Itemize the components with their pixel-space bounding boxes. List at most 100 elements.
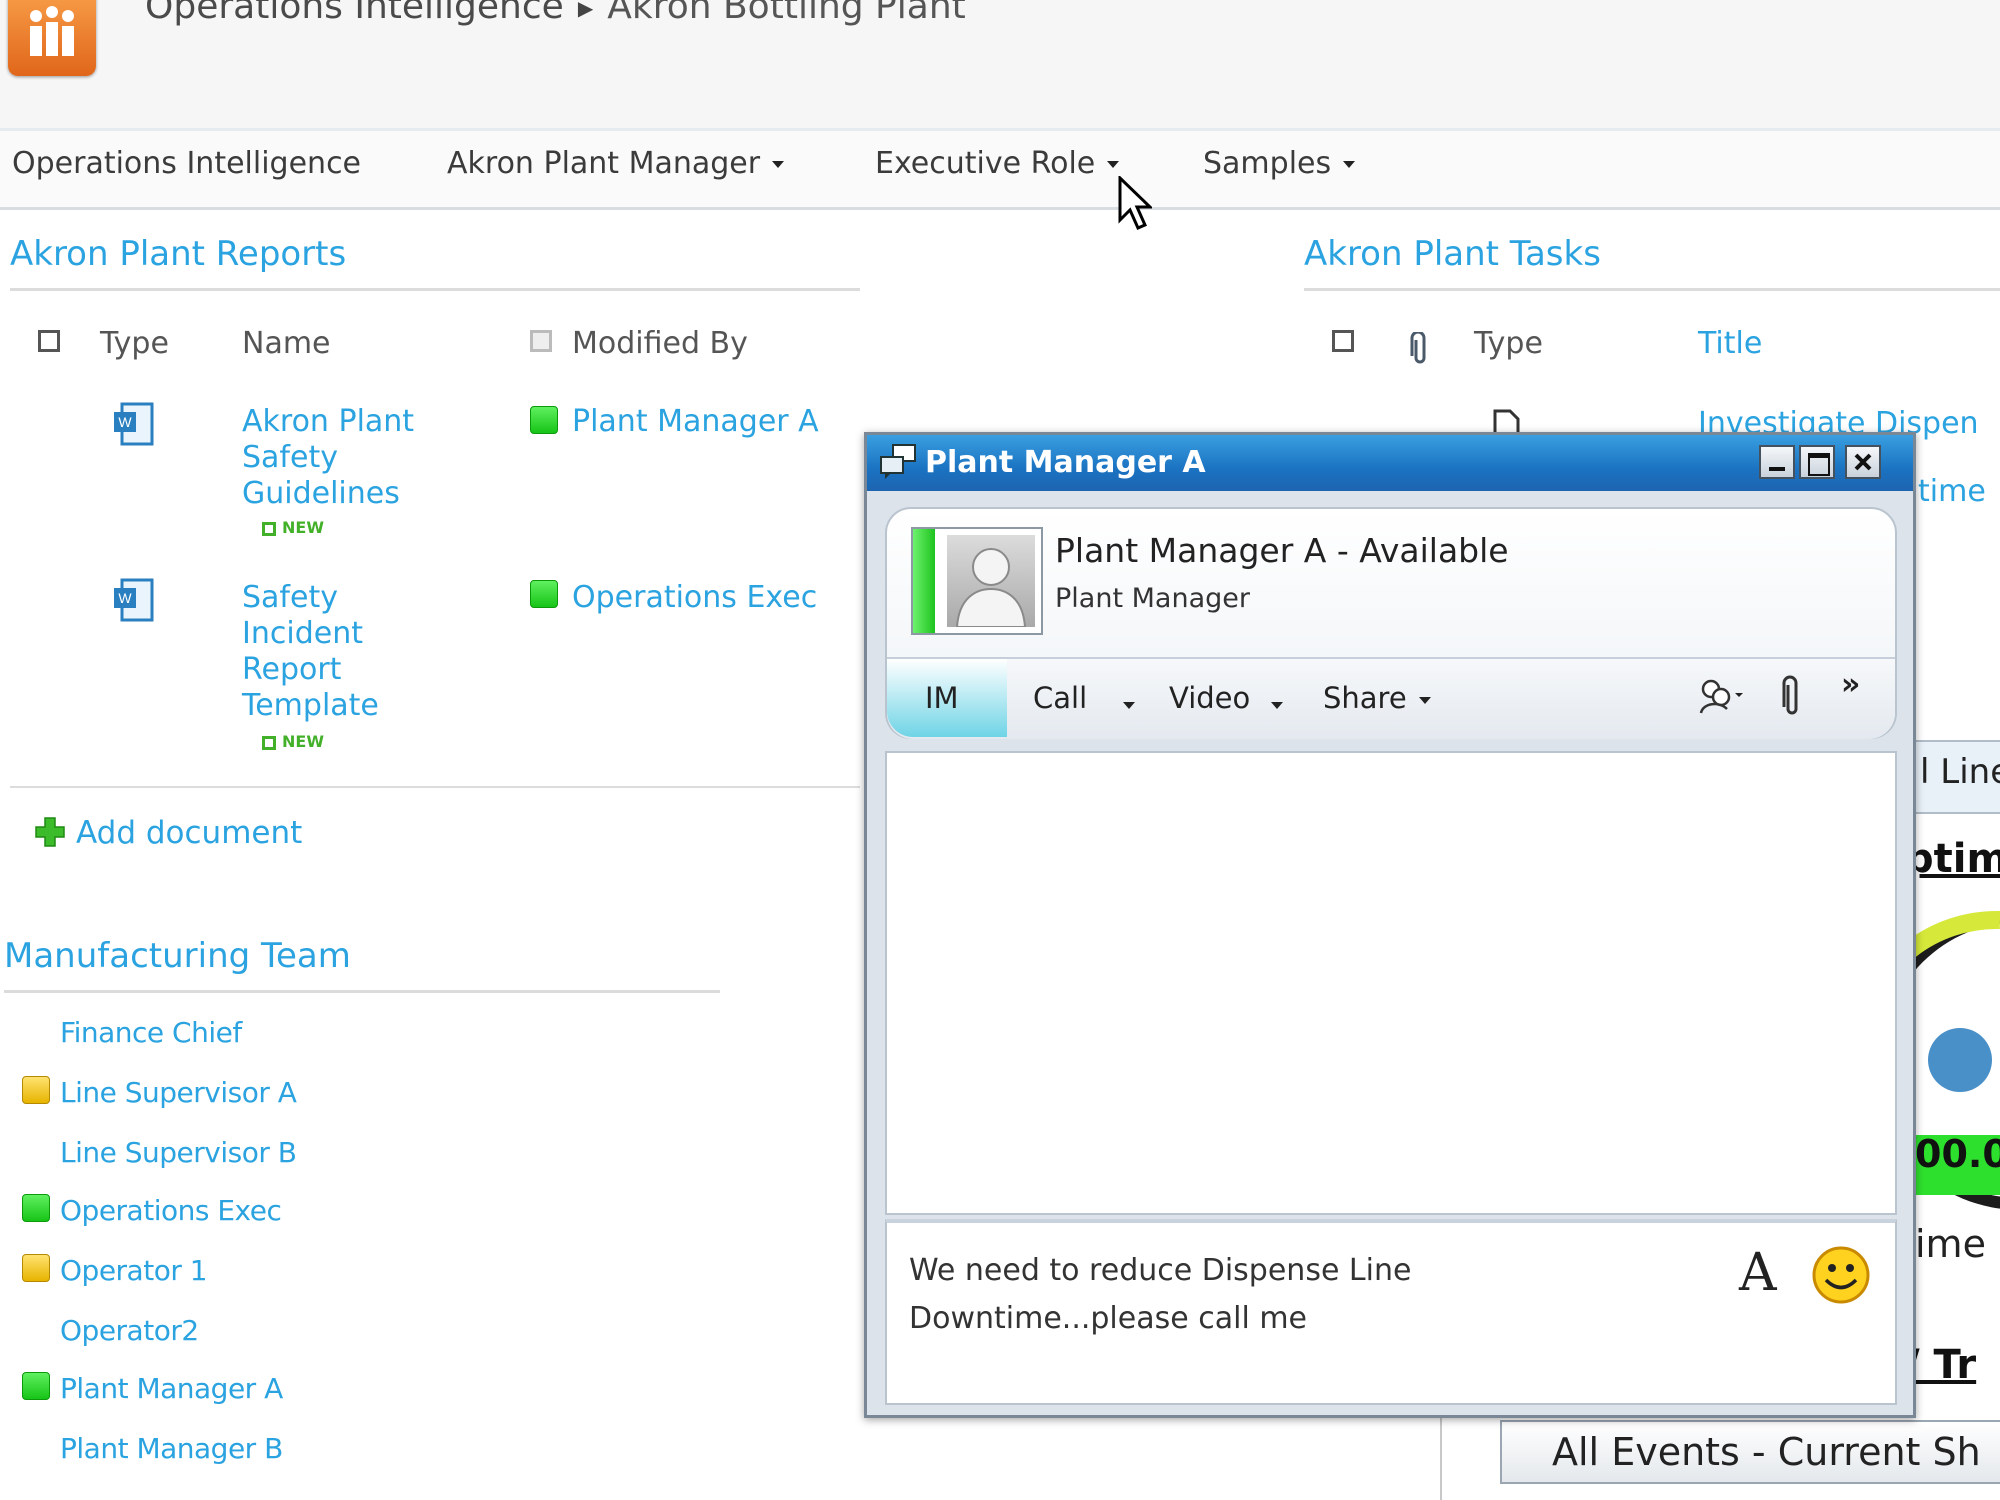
modified-by-filter-checkbox[interactable]	[530, 330, 552, 352]
message-draft-text[interactable]: We need to reduce Dispense Line Downtime…	[909, 1247, 1549, 1343]
add-icon[interactable]	[34, 816, 66, 848]
chevron-down-icon	[1343, 161, 1356, 168]
font-button[interactable]: A	[1739, 1243, 1777, 1303]
message-compose-area[interactable]: We need to reduce Dispense Line Downtime…	[885, 1219, 1897, 1405]
nav-label: Executive Role	[875, 146, 1096, 181]
uptime-value: 00.0	[1915, 1132, 2000, 1176]
team-member[interactable]: Operations Exec	[60, 1194, 282, 1227]
tasks-col-type[interactable]: Type	[1474, 326, 1543, 361]
reports-col-type[interactable]: Type	[100, 326, 169, 361]
chevron-down-icon	[1271, 702, 1283, 709]
conversation-action-bar: IM Call Video Share »	[887, 657, 1895, 739]
svg-text:W: W	[118, 414, 132, 430]
video-label: Video	[1169, 681, 1251, 715]
conversation-icon	[880, 444, 916, 479]
presence-available-icon[interactable]	[530, 406, 558, 434]
minimize-button[interactable]	[1759, 445, 1795, 479]
nav-label: Akron Plant Manager	[447, 146, 761, 181]
video-button[interactable]: Video	[1169, 681, 1250, 715]
call-menu-chevron-icon[interactable]	[1111, 695, 1135, 714]
svg-text:W: W	[118, 590, 132, 606]
more-options-button[interactable]: »	[1841, 667, 1860, 702]
chevron-down-icon	[772, 161, 785, 168]
contact-card: Plant Manager A - Available Plant Manage…	[885, 507, 1897, 739]
nav-samples[interactable]: Samples	[1203, 146, 1356, 181]
call-label: Call	[1033, 681, 1088, 715]
tasks-select-all-checkbox[interactable]	[1332, 330, 1354, 352]
avatar[interactable]	[911, 527, 1043, 635]
nav-akron-plant-manager[interactable]: Akron Plant Manager	[447, 146, 785, 181]
breadcrumb-site-link[interactable]: Operations Intelligence	[145, 0, 564, 27]
avatar-silhouette-icon	[947, 535, 1035, 628]
breadcrumb-current: Akron Bottling Plant	[607, 0, 966, 27]
nav-executive-role[interactable]: Executive Role	[875, 146, 1120, 181]
chevron-down-icon	[1107, 161, 1120, 168]
breadcrumb: Operations Intelligence ▶ Akron Bottling P…	[145, 0, 966, 27]
reports-select-all-checkbox[interactable]	[38, 330, 60, 352]
call-button[interactable]: Call	[1033, 681, 1087, 715]
close-button[interactable]	[1845, 445, 1881, 479]
new-badge-label: NEW	[282, 518, 324, 537]
breadcrumb-separator-icon: ▶	[577, 0, 594, 20]
team-member[interactable]: Line Supervisor A	[60, 1076, 297, 1109]
report-link-safety-guidelines[interactable]: Akron Plant Safety Guidelines	[242, 404, 472, 512]
time-label: ime	[1915, 1222, 1986, 1266]
presence-available-icon[interactable]	[22, 1194, 50, 1222]
new-badge-icon	[262, 735, 276, 750]
maximize-button[interactable]	[1799, 445, 1835, 479]
share-label: Share	[1323, 681, 1407, 715]
word-document-icon: W	[114, 578, 154, 622]
events-divider	[1440, 1412, 1442, 1500]
site-logo-icon[interactable]	[8, 0, 96, 76]
report-link-incident-template[interactable]: Safety Incident Report Template	[242, 580, 432, 724]
nav-operations-intelligence[interactable]: Operations Intelligence	[12, 146, 361, 181]
reports-col-modified-by[interactable]: Modified By	[572, 326, 748, 361]
presence-available-icon[interactable]	[530, 580, 558, 608]
attachment-icon	[1410, 332, 1426, 364]
modified-by-link[interactable]: Plant Manager A	[572, 404, 819, 440]
chat-window-title: Plant Manager A	[925, 445, 1206, 480]
team-member[interactable]: Finance Chief	[60, 1016, 242, 1049]
emoticon-smiley-icon[interactable]	[1811, 1245, 1871, 1305]
team-member[interactable]: Plant Manager A	[60, 1372, 283, 1405]
im-tab-label: IM	[925, 681, 959, 715]
mouse-pointer-icon	[1118, 176, 1152, 230]
maximize-icon	[1808, 453, 1830, 476]
attachment-icon[interactable]	[1781, 675, 1803, 719]
contact-role: Plant Manager	[1055, 583, 1250, 614]
team-member[interactable]: Operator 1	[60, 1254, 208, 1287]
events-filter-label: All Events - Current Sh	[1552, 1430, 1981, 1474]
task-link[interactable]: time	[1918, 474, 1986, 510]
presence-bar-available	[913, 529, 935, 633]
im-tab[interactable]: IM	[887, 659, 1007, 737]
new-badge-icon	[262, 521, 276, 536]
team-member[interactable]: Plant Manager B	[60, 1432, 283, 1465]
team-title-divider	[4, 990, 720, 993]
share-button[interactable]: Share	[1323, 681, 1431, 715]
presence-away-icon[interactable]	[22, 1254, 50, 1282]
uptime-heading: ptim	[1905, 836, 2000, 882]
chevron-down-icon	[1418, 696, 1431, 704]
reports-title-divider	[10, 288, 860, 291]
modified-by-link[interactable]: Operations Exec	[572, 580, 817, 616]
chevron-down-icon	[1123, 702, 1135, 709]
im-conversation-window[interactable]: Plant Manager A Plant Manager A - Availa…	[864, 432, 1916, 1418]
chat-titlebar[interactable]: Plant Manager A	[867, 435, 1913, 491]
presence-available-icon[interactable]	[22, 1372, 50, 1400]
tasks-col-title[interactable]: Title	[1698, 326, 1762, 361]
team-member[interactable]: Operator2	[60, 1314, 199, 1347]
new-badge: NEW	[262, 732, 324, 751]
add-document-link[interactable]: Add document	[76, 815, 302, 851]
video-menu-chevron-icon[interactable]	[1259, 695, 1283, 714]
team-member[interactable]: Line Supervisor B	[60, 1136, 297, 1169]
team-title[interactable]: Manufacturing Team	[4, 936, 351, 976]
presence-away-icon[interactable]	[22, 1076, 50, 1104]
word-document-icon: W	[114, 402, 154, 446]
add-participant-icon[interactable]	[1697, 677, 1745, 717]
message-history-pane[interactable]	[885, 751, 1897, 1215]
minimize-icon	[1769, 467, 1785, 471]
reports-title[interactable]: Akron Plant Reports	[10, 234, 346, 274]
tasks-title[interactable]: Akron Plant Tasks	[1304, 234, 1601, 274]
reports-col-name[interactable]: Name	[242, 326, 331, 361]
close-icon	[1854, 453, 1872, 471]
